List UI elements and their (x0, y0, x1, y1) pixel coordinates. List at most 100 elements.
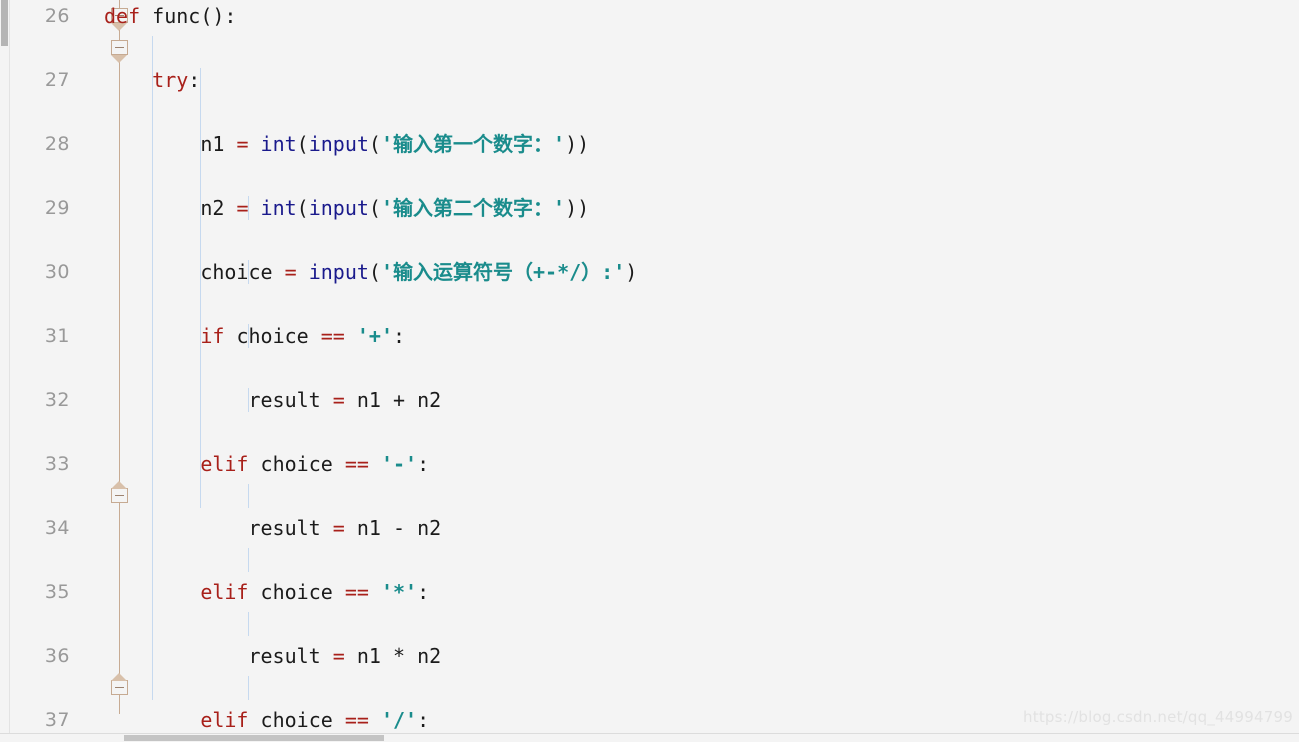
line-code: def func(): (104, 0, 236, 32)
code-token: elif (200, 708, 249, 732)
code-editor[interactable]: 26 def func(): 27 try: 28 n1 = int(input('输入第… (0, 0, 1299, 742)
code-line[interactable]: 34 result = n1 - n2 (0, 512, 1299, 544)
code-token: input (308, 260, 369, 284)
line-code: elif choice == '*': (200, 576, 429, 608)
line-code: n2 = int(input('输入第二个数字：')) (200, 192, 589, 224)
code-token: choice (248, 708, 345, 732)
code-token: '输入第二个数字：' (380, 196, 566, 220)
line-code: try: (152, 64, 200, 96)
code-token: '-' (380, 452, 418, 476)
code-line[interactable]: 32 result = n1 + n2 (0, 384, 1299, 416)
code-token: * (392, 644, 406, 668)
code-token: '/' (380, 708, 418, 732)
horizontal-scrollbar[interactable] (0, 733, 1299, 742)
code-token: '+' (356, 324, 393, 348)
line-number: 34 (44, 517, 70, 539)
code-line[interactable]: 31 if choice == '+': (0, 320, 1299, 352)
code-lines[interactable]: 26 def func(): 27 try: 28 n1 = int(input('输入第… (0, 0, 1299, 736)
line-number: 27 (44, 69, 70, 91)
line-code: choice = input('输入运算符号（+-*/）:') (200, 256, 637, 288)
line-number: 35 (44, 581, 70, 603)
code-line[interactable]: 28 n1 = int(input('输入第一个数字：')) (0, 128, 1299, 160)
code-token: : (188, 68, 201, 92)
line-number: 29 (44, 197, 70, 219)
code-token: '输入运算符号（+-*/）:' (380, 260, 626, 284)
code-line[interactable]: 33 elif choice == '-': (0, 448, 1299, 480)
code-token: ( (296, 132, 309, 156)
code-line[interactable]: 29 n2 = int(input('输入第二个数字：')) (0, 192, 1299, 224)
code-token: '*' (380, 580, 418, 604)
horizontal-scrollbar-thumb[interactable] (124, 735, 384, 741)
code-token: ( (368, 196, 381, 220)
line-number: 26 (44, 5, 70, 27)
line-code: result = n1 - n2 (248, 512, 441, 544)
code-token: elif (200, 580, 249, 604)
line-number: 33 (44, 453, 70, 475)
code-token: - (392, 516, 406, 540)
line-number: 37 (44, 709, 70, 731)
line-number: 28 (44, 133, 70, 155)
code-token: elif (200, 452, 249, 476)
code-token: n2 (405, 644, 442, 668)
code-token: ( (368, 132, 381, 156)
code-token: = (236, 132, 249, 156)
line-number: 36 (44, 645, 70, 667)
code-token: '输入第一个数字：' (380, 132, 566, 156)
code-token: choice (200, 260, 285, 284)
code-token: : (417, 708, 430, 732)
code-token: result (248, 516, 333, 540)
code-token: ( (368, 260, 381, 284)
code-token: : (417, 580, 430, 604)
code-token: = (236, 196, 249, 220)
code-token: n1 (344, 644, 393, 668)
code-token: n1 (344, 516, 393, 540)
code-token: if (200, 324, 225, 348)
code-token: n2 (200, 196, 237, 220)
code-token: == (344, 708, 369, 732)
code-token: n1 (344, 388, 393, 412)
code-token: try (152, 68, 189, 92)
code-token: result (248, 644, 333, 668)
line-code: if choice == '+': (200, 320, 405, 352)
code-token: = (332, 516, 345, 540)
code-token: == (344, 580, 369, 604)
code-token: )) (565, 196, 590, 220)
code-token: : (417, 452, 430, 476)
code-line[interactable]: 36 result = n1 * n2 (0, 640, 1299, 672)
code-token: n2 (405, 516, 442, 540)
code-token: def (104, 4, 141, 28)
code-line[interactable]: 30 choice = input('输入运算符号（+-*/）:') (0, 256, 1299, 288)
code-token: func (152, 4, 201, 28)
line-code: n1 = int(input('输入第一个数字：')) (200, 128, 589, 160)
code-token: int (260, 132, 297, 156)
line-number: 31 (44, 325, 70, 347)
code-token: == (320, 324, 345, 348)
code-token: input (308, 132, 369, 156)
code-token: n1 (200, 132, 237, 156)
code-line[interactable]: 35 elif choice == '*': (0, 576, 1299, 608)
code-token: = (284, 260, 297, 284)
code-token: : (393, 324, 406, 348)
code-token: choice (248, 580, 345, 604)
code-line[interactable]: 27 try: (0, 64, 1299, 96)
line-code: elif choice == '/': (200, 704, 429, 736)
code-token: = (332, 388, 345, 412)
code-token: input (308, 196, 369, 220)
code-token: )) (565, 132, 590, 156)
code-line[interactable]: 26 def func(): (0, 0, 1299, 32)
line-code: result = n1 + n2 (248, 384, 441, 416)
code-token: choice (224, 324, 321, 348)
line-code: elif choice == '-': (200, 448, 429, 480)
code-token: n2 (405, 388, 442, 412)
code-token: choice (248, 452, 345, 476)
line-number: 32 (44, 389, 70, 411)
code-token: ( (296, 196, 309, 220)
line-number: 30 (44, 261, 70, 283)
